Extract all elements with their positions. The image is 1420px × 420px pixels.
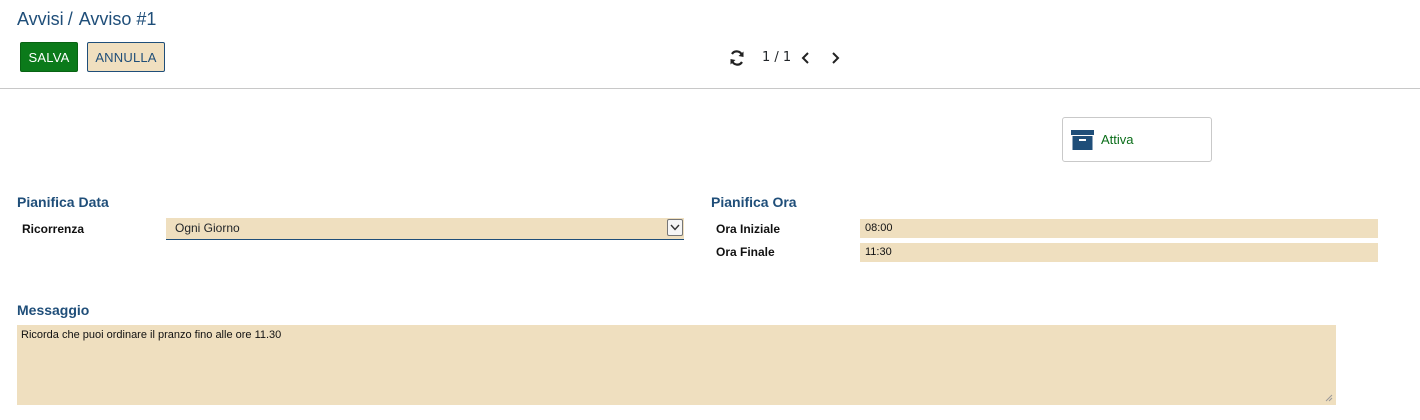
message-textarea[interactable]: Ricorda che puoi ordinare il pranzo fino… <box>17 325 1336 405</box>
recurrence-label: Ricorrenza <box>22 222 85 236</box>
end-time-field[interactable]: 11:30 <box>860 243 1378 262</box>
save-button[interactable]: SALVA <box>20 42 78 72</box>
chevron-right-icon[interactable] <box>827 49 843 67</box>
date-section-title: Pianifica Data <box>17 194 109 210</box>
breadcrumb: Avvisi / Avviso #1 <box>17 9 156 30</box>
pager-value: 1 / 1 <box>762 50 792 65</box>
recurrence-select[interactable]: Ogni Giorno <box>166 218 684 240</box>
refresh-icon[interactable] <box>728 49 746 67</box>
active-toggle-button[interactable]: Attiva <box>1062 117 1212 162</box>
start-time-field[interactable]: 08:00 <box>860 219 1378 238</box>
cancel-button[interactable]: ANNULLA <box>87 42 165 72</box>
time-section-title: Pianifica Ora <box>711 194 797 210</box>
message-section-title: Messaggio <box>17 302 90 318</box>
breadcrumb-separator: / <box>67 9 73 29</box>
header-divider <box>0 88 1420 89</box>
breadcrumb-current: Avviso #1 <box>78 9 157 29</box>
start-time-label: Ora Iniziale <box>716 222 781 236</box>
recurrence-value: Ogni Giorno <box>175 221 240 235</box>
end-time-label: Ora Finale <box>716 245 775 259</box>
active-toggle-label: Attiva <box>1101 132 1134 147</box>
archive-icon <box>1071 129 1094 150</box>
chevron-down-icon[interactable] <box>667 219 683 236</box>
breadcrumb-parent-link[interactable]: Avvisi <box>17 9 64 29</box>
chevron-left-icon[interactable] <box>798 49 814 67</box>
message-text: Ricorda che puoi ordinare il pranzo fino… <box>21 329 282 341</box>
resize-handle-icon[interactable] <box>1325 394 1333 402</box>
